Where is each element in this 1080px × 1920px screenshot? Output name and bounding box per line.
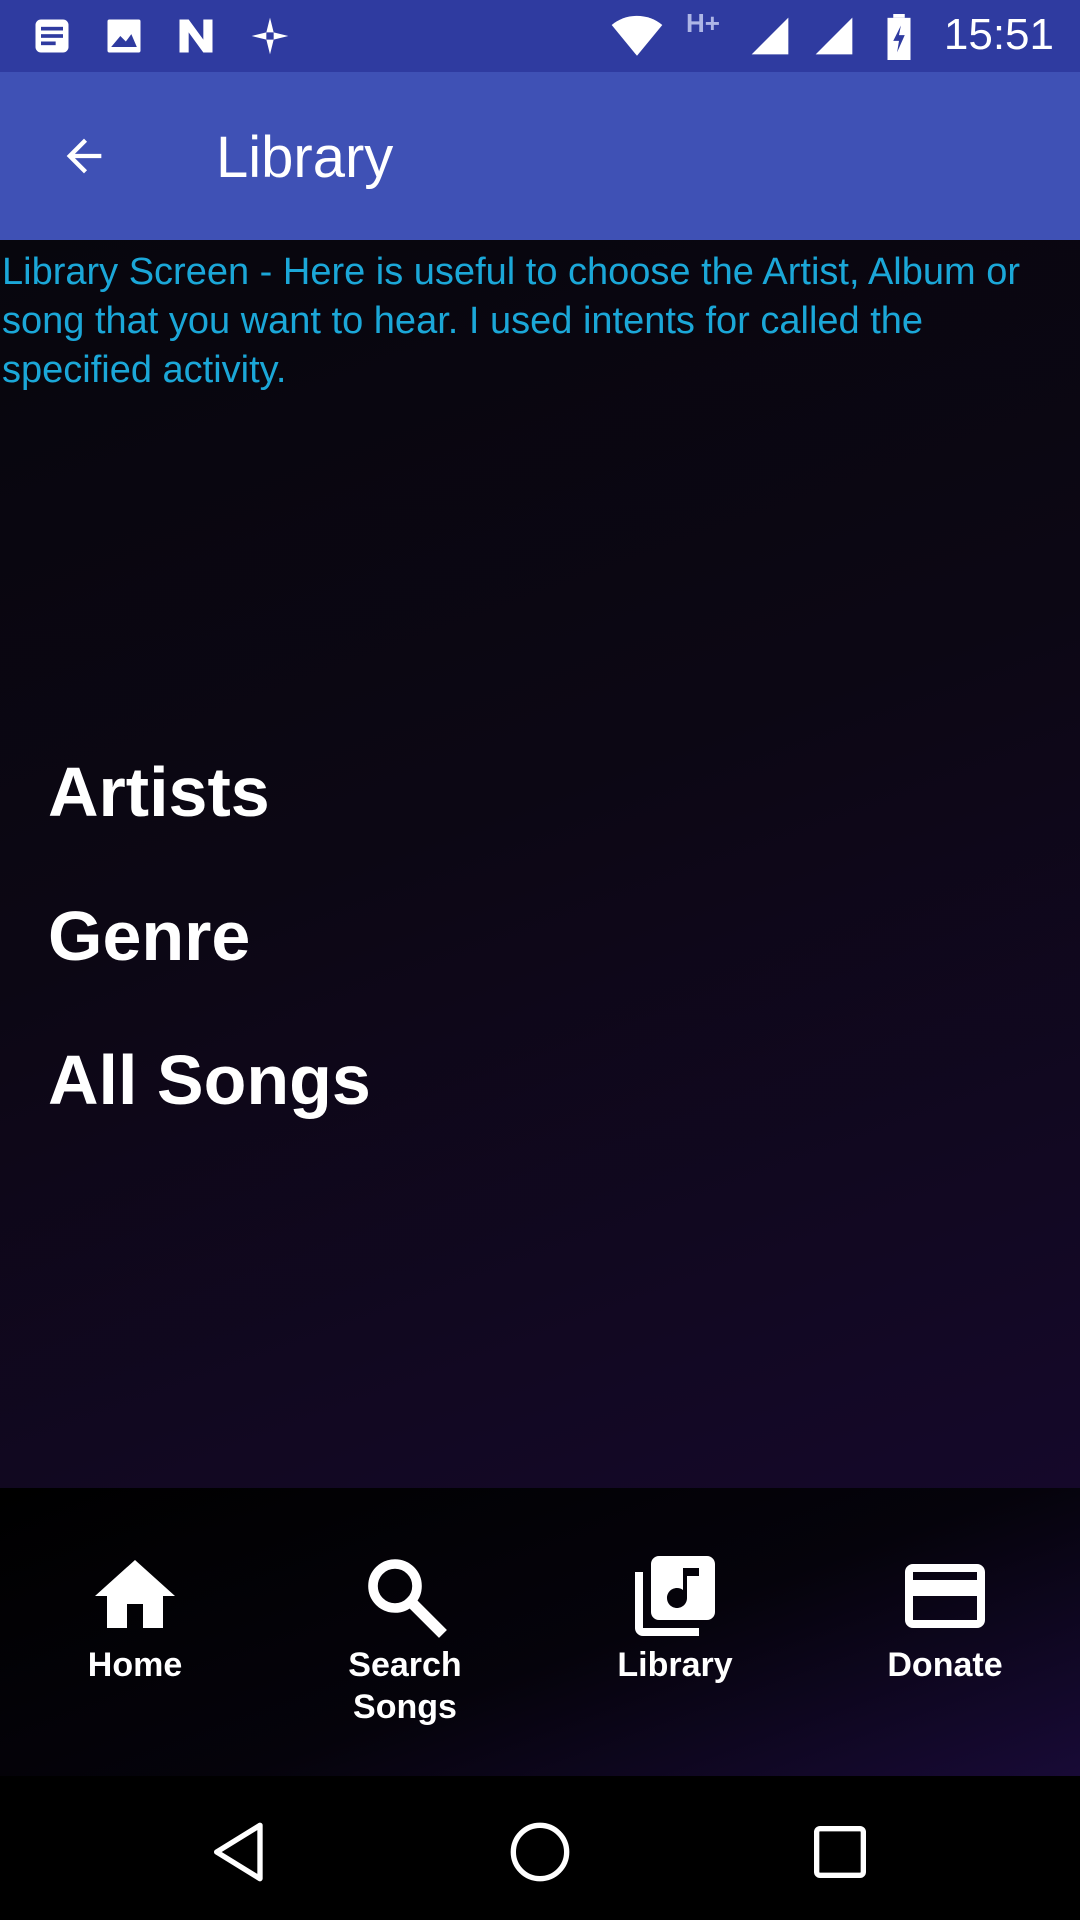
search-icon [368, 1559, 447, 1638]
credit-card-icon [905, 1564, 985, 1628]
system-recents-button[interactable] [800, 1812, 880, 1892]
home-circle-icon [510, 1822, 570, 1882]
screen: H+ 15:51 Library Library Screen - Here i… [0, 0, 1080, 1920]
system-home-button[interactable] [500, 1812, 580, 1892]
n-app-icon [174, 14, 218, 62]
description-text: Library Screen - Here is useful to choos… [2, 251, 1021, 391]
nav-donate-label: Donate [887, 1646, 1003, 1684]
notes-icon [30, 14, 74, 62]
battery-charging-icon [884, 14, 914, 64]
library-music-icon [635, 1556, 715, 1636]
wifi-icon [610, 14, 664, 62]
all-songs-link[interactable]: All Songs [48, 1040, 371, 1120]
library-content: Library Screen - Here is useful to choos… [0, 240, 1080, 1488]
bottom-navigation: Home Search Songs Library Donate [0, 1488, 1080, 1776]
nav-home[interactable]: Home [0, 1488, 270, 1776]
nav-home-label: Home [87, 1646, 183, 1684]
arrow-back-icon [66, 138, 102, 174]
pinwheel-icon [248, 14, 292, 62]
back-triangle-icon [214, 1822, 263, 1882]
back-button[interactable] [44, 116, 124, 196]
nav-search-label: Search Songs [348, 1646, 462, 1726]
home-icon [95, 1560, 175, 1628]
image-icon [102, 14, 146, 62]
nav-library[interactable]: Library [540, 1488, 810, 1776]
status-bar: H+ 15:51 [0, 0, 1080, 72]
nav-library-label: Library [617, 1646, 733, 1684]
nav-donate[interactable]: Donate [810, 1488, 1080, 1776]
artists-link[interactable]: Artists [48, 752, 270, 832]
nav-search-songs[interactable]: Search Songs [270, 1488, 540, 1776]
app-bar: Library [0, 72, 1080, 240]
network-type: H+ [686, 8, 720, 38]
clock: 15:51 [943, 10, 1054, 59]
signal-icon [812, 14, 856, 62]
system-back-button[interactable] [200, 1812, 280, 1892]
page-title: Library [216, 125, 394, 190]
system-navigation-bar [0, 1776, 1080, 1920]
signal-icon [748, 14, 792, 62]
genre-link[interactable]: Genre [48, 896, 250, 976]
recents-square-icon [814, 1826, 866, 1878]
